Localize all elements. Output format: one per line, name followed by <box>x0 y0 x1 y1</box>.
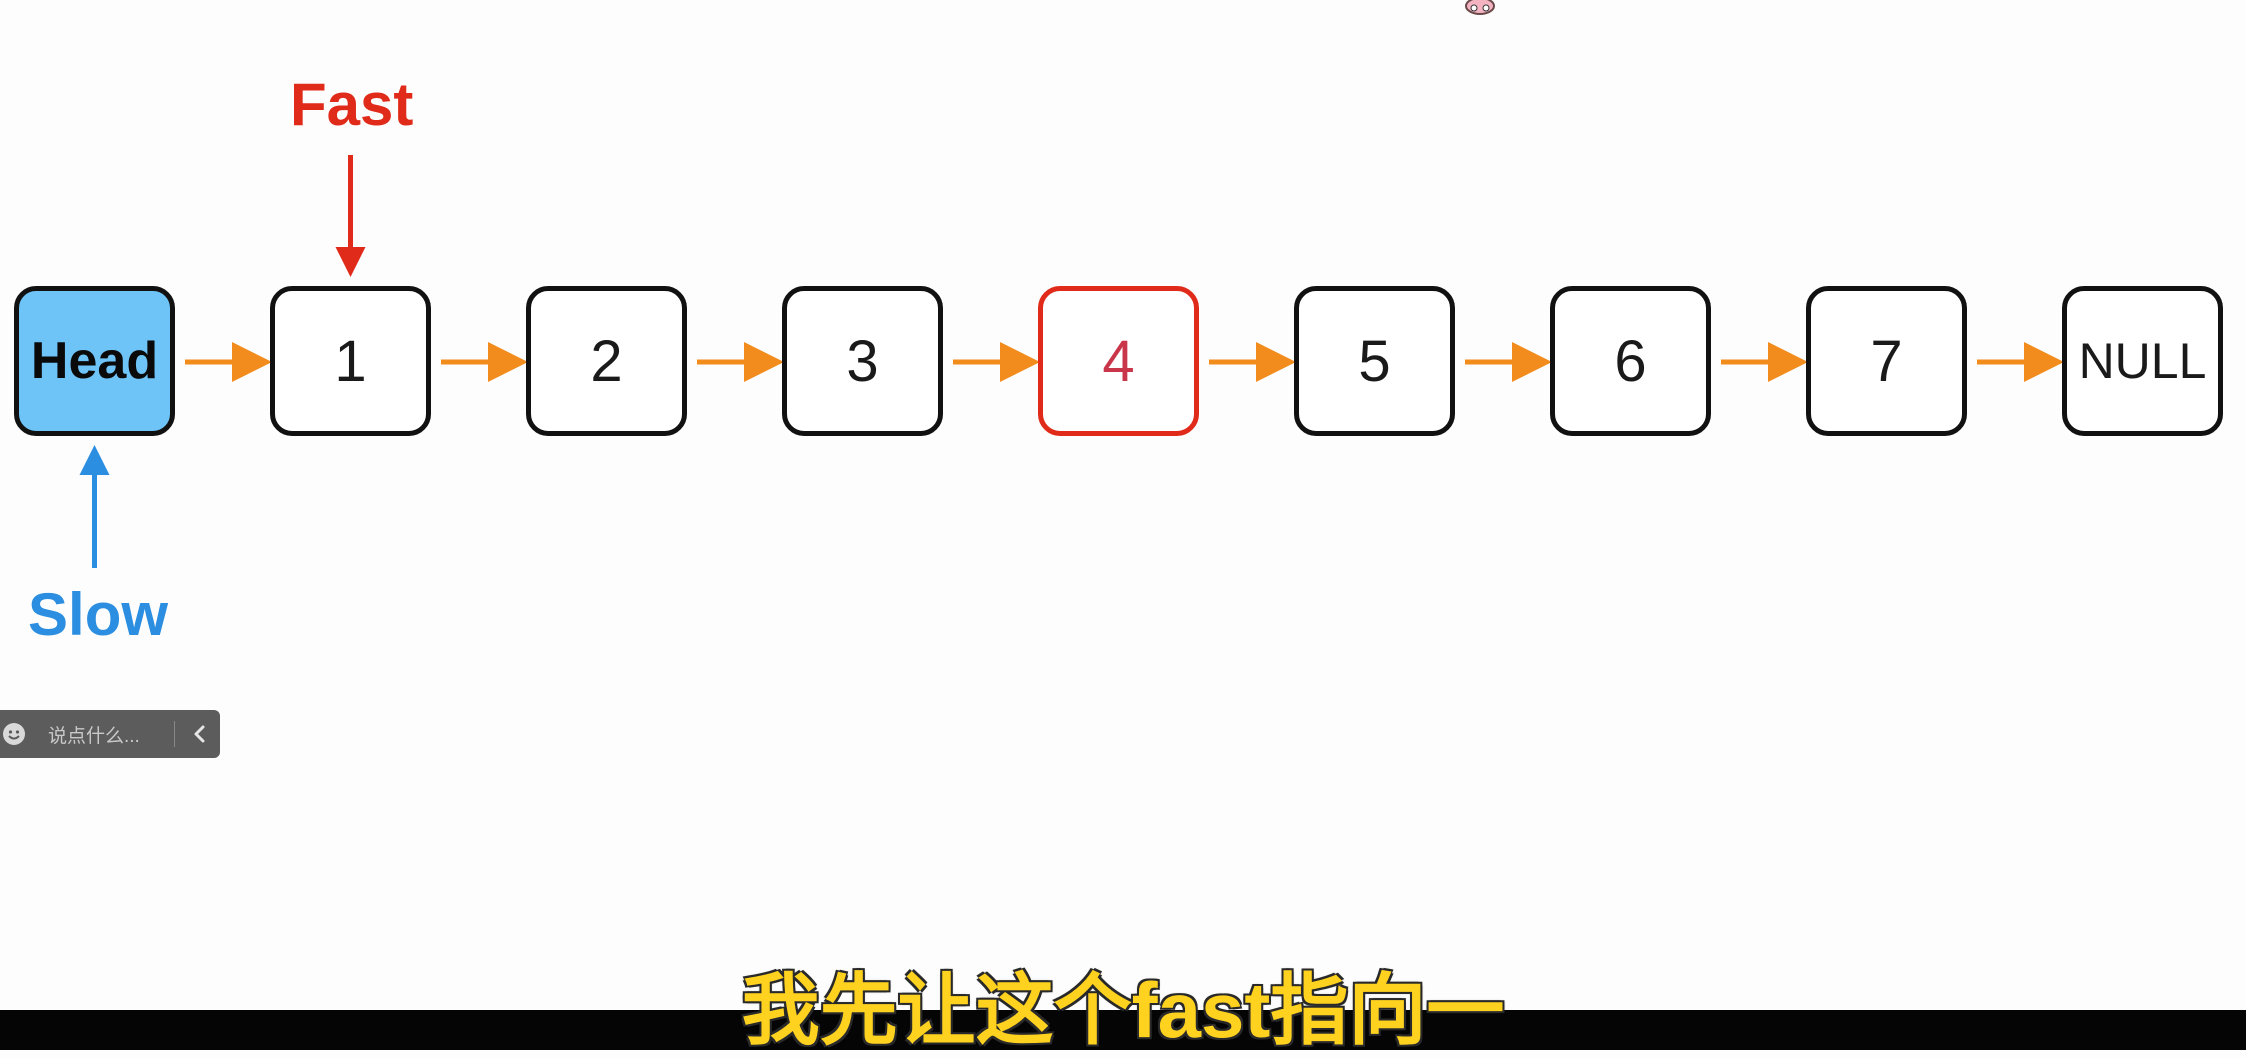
divider <box>174 721 175 747</box>
list-node-null: NULL <box>2062 286 2223 436</box>
list-node-2: 2 <box>526 286 687 436</box>
subtitle-text: 我先让这个fast指向一 <box>741 966 1505 1054</box>
list-node-5: 5 <box>1294 286 1455 436</box>
link-arrows <box>79 155 2064 568</box>
list-node-7: 7 <box>1806 286 1967 436</box>
list-node-head: Head <box>14 286 175 436</box>
list-node-3: 3 <box>782 286 943 436</box>
collapse-button[interactable] <box>185 710 215 758</box>
danmaku-input-placeholder[interactable]: 说点什么... <box>48 721 158 748</box>
smiley-icon[interactable] <box>2 722 26 746</box>
list-node-4: 4 <box>1038 286 1199 436</box>
danmaku-input-bar[interactable]: 说点什么... <box>0 710 220 758</box>
list-node-6: 6 <box>1550 286 1711 436</box>
chevron-left-icon <box>194 725 205 743</box>
slow-pointer-label: Slow <box>28 581 169 648</box>
fast-pointer-label: Fast <box>290 71 414 138</box>
list-node-1: 1 <box>270 286 431 436</box>
video-frame: Head 1 2 3 4 5 6 7 NULL Fast Slow 说点什么... 我先让这个f… <box>0 0 2246 1054</box>
